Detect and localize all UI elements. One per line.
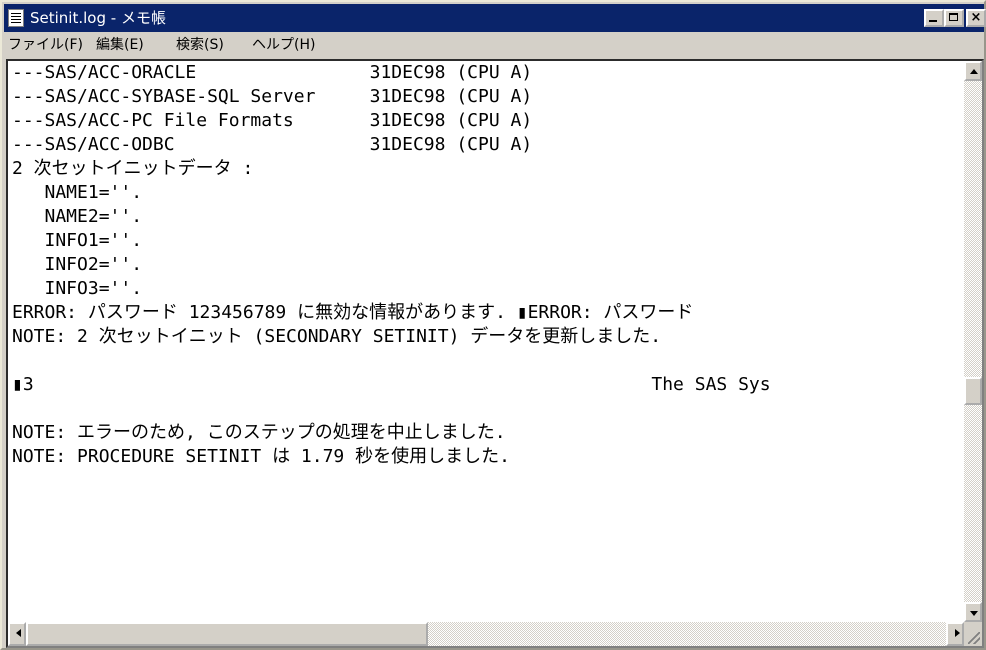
arrow-left-icon [16, 629, 21, 637]
menu-bar: ファイル(F) 編集(E) 検索(S) ヘルプ(H) [4, 33, 984, 57]
horizontal-scrollbar[interactable] [8, 622, 964, 646]
text-editor[interactable]: ---SAS/ACC-ORACLE 31DEC98 (CPU A) ---SAS… [6, 59, 984, 648]
text-line: ---SAS/ACC-SYBASE-SQL Server 31DEC98 (CP… [12, 86, 533, 107]
minimize-icon [926, 11, 942, 25]
text-line: NOTE: PROCEDURE SETINIT は 1.79 秒を使用しました. [12, 446, 510, 467]
text-line: ERROR: パスワード 123456789 に無効な情報があります. ▮ERR… [12, 302, 694, 323]
arrow-right-icon [955, 629, 960, 637]
text-content[interactable]: ---SAS/ACC-ORACLE 31DEC98 (CPU A) ---SAS… [8, 61, 964, 622]
text-line: ---SAS/ACC-ORACLE 31DEC98 (CPU A) [12, 62, 533, 83]
text-line: ---SAS/ACC-PC File Formats 31DEC98 (CPU … [12, 110, 533, 131]
horizontal-scroll-thumb[interactable] [26, 622, 428, 646]
title-bar[interactable]: Setinit.log - メモ帳 × [4, 4, 986, 32]
arrow-down-icon [970, 611, 978, 616]
minimize-button[interactable] [924, 9, 944, 27]
menu-help[interactable]: ヘルプ(H) [252, 36, 315, 54]
maximize-button[interactable] [944, 9, 964, 27]
arrow-up-icon [970, 69, 978, 74]
menu-edit[interactable]: 編集(E) [96, 36, 144, 54]
text-line: INFO2=''. [12, 254, 143, 275]
scroll-left-button[interactable] [8, 622, 26, 646]
close-button[interactable]: × [966, 9, 986, 27]
resize-grip[interactable] [964, 622, 982, 646]
text-line: INFO1=''. [12, 230, 143, 251]
scroll-right-button[interactable] [946, 622, 964, 646]
text-line: NAME2=''. [12, 206, 143, 227]
text-line: NOTE: エラーのため, このステップの処理を中止しました. [12, 422, 506, 443]
text-line: NOTE: 2 次セットイニット (SECONDARY SETINIT) データ… [12, 326, 662, 347]
menu-search[interactable]: 検索(S) [176, 36, 224, 54]
notepad-window: Setinit.log - メモ帳 × ファイル(F) 編集(E) 検索(S) … [0, 0, 986, 650]
text-line: INFO3=''. [12, 278, 143, 299]
window-title: Setinit.log - メモ帳 [30, 9, 166, 27]
notepad-icon[interactable] [8, 9, 24, 27]
text-line: ---SAS/ACC-ODBC 31DEC98 (CPU A) [12, 134, 533, 155]
maximize-icon [946, 11, 962, 25]
scroll-down-button[interactable] [964, 602, 982, 622]
vertical-scrollbar[interactable] [964, 61, 982, 622]
vertical-scroll-thumb[interactable] [964, 376, 982, 405]
text-line: 2 次セットイニットデータ : [12, 158, 254, 179]
menu-file[interactable]: ファイル(F) [8, 36, 83, 54]
close-icon: × [970, 10, 982, 25]
scroll-up-button[interactable] [964, 61, 982, 81]
text-line: NAME1=''. [12, 182, 143, 203]
text-line: ▮3 The SAS Sys [12, 374, 771, 395]
